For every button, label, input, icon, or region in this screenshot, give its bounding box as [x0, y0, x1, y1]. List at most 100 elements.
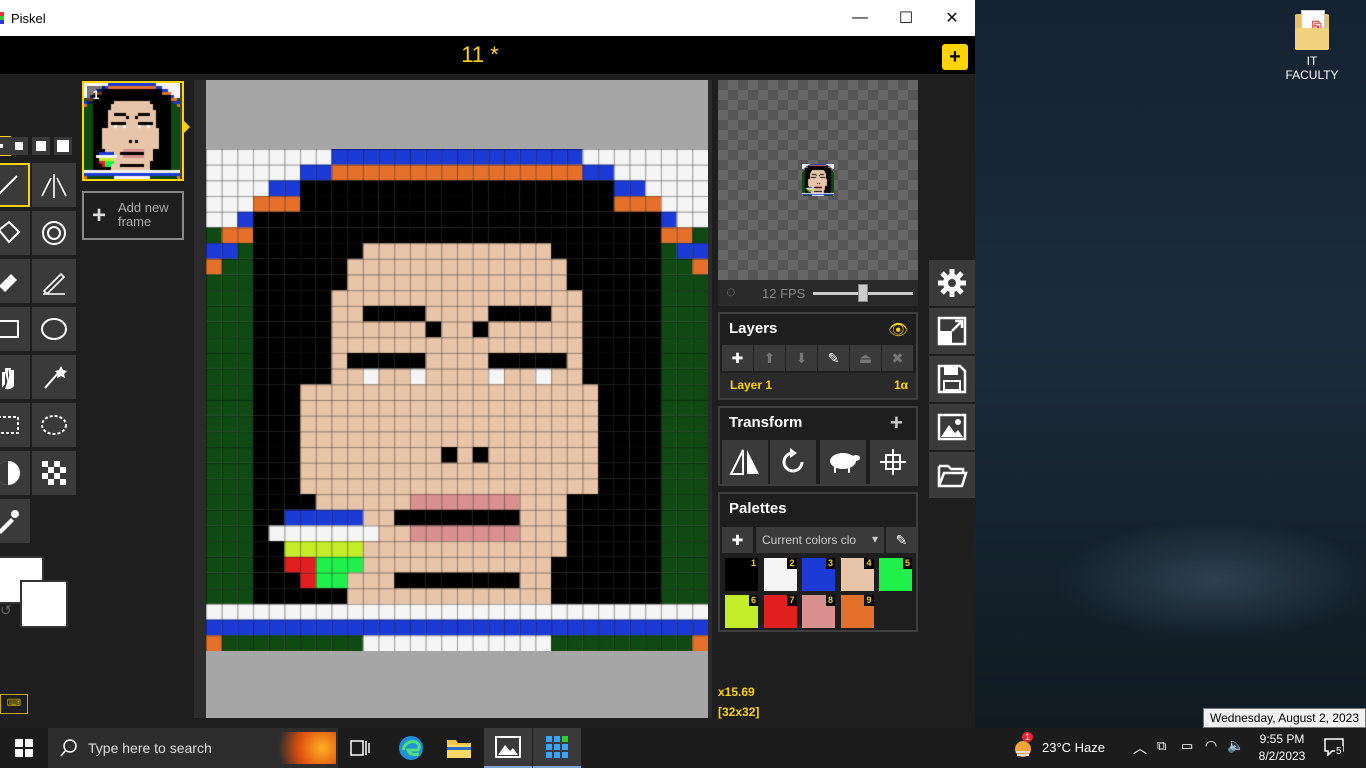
meet-now-icon[interactable]: ⧉: [1157, 738, 1166, 754]
project-title[interactable]: 11 *: [0, 42, 960, 68]
animation-preview[interactable]: [718, 80, 918, 280]
move-layer-down-button[interactable]: ⬇: [786, 345, 817, 371]
circle-tool[interactable]: [32, 307, 76, 351]
secondary-color[interactable]: [20, 580, 68, 628]
eye-icon[interactable]: 👁: [888, 320, 908, 340]
task-view-button[interactable]: [336, 728, 384, 768]
pen-size-1[interactable]: [0, 136, 11, 156]
fps-slider-thumb[interactable]: [858, 284, 868, 302]
eraser-icon: [0, 274, 17, 292]
lighten-tool[interactable]: [0, 451, 30, 495]
dithering-tool[interactable]: [32, 451, 76, 495]
eraser-tool[interactable]: [0, 259, 30, 303]
palette-swatch[interactable]: 6: [725, 595, 758, 628]
vertical-mirror-pen-tool[interactable]: [32, 163, 76, 207]
move-layer-up-button[interactable]: ⬆: [754, 345, 785, 371]
piskel-icon: [546, 736, 568, 758]
palette-swatch[interactable]: 4: [840, 558, 874, 591]
palette-swatch[interactable]: 8: [802, 595, 835, 628]
paint-bucket-tool[interactable]: [0, 211, 30, 255]
task-view-icon: [350, 740, 370, 756]
photos-button[interactable]: [484, 728, 532, 768]
onion-skin-icon[interactable]: ◌: [726, 284, 736, 302]
settings-button[interactable]: [929, 260, 975, 306]
close-button[interactable]: ✕: [929, 0, 975, 36]
plus-icon: ✚: [731, 531, 744, 548]
gear-icon: [938, 269, 966, 297]
palette-selected: Current colors clo: [762, 533, 857, 547]
weather-text[interactable]: 23°C Haze: [1042, 740, 1105, 755]
create-palette-button[interactable]: ✚: [722, 527, 753, 553]
pen-tool[interactable]: [0, 163, 30, 207]
clock[interactable]: 9:55 PM 8/2/2023: [1250, 731, 1314, 765]
flip-button[interactable]: [722, 440, 768, 484]
taskbar: Type here to search 1 23°C Haze ︿ ⧉ ▭ ◠ …: [0, 728, 1366, 768]
hand-icon: [2, 368, 14, 390]
delete-layer-button[interactable]: ✖: [882, 345, 913, 371]
palette-swatch[interactable]: 3: [802, 558, 835, 591]
add-layer-button[interactable]: ✚: [722, 345, 753, 371]
pen-size-4[interactable]: [54, 137, 72, 155]
pen-size-3[interactable]: [32, 137, 50, 155]
frame-thumbnail-1[interactable]: 1: [82, 81, 184, 181]
notification-count: 5: [1335, 746, 1343, 757]
center-button[interactable]: [870, 440, 916, 484]
pen-size-2[interactable]: [10, 137, 28, 155]
maximize-button[interactable]: ☐: [883, 0, 929, 36]
wifi-icon[interactable]: ◠: [1205, 737, 1217, 754]
palette-select[interactable]: Current colors clo ▾: [756, 527, 884, 553]
file-explorer-button[interactable]: [435, 728, 483, 768]
palette-swatch[interactable]: 9: [840, 595, 874, 628]
edit-palette-button[interactable]: ✎: [886, 527, 917, 553]
palette-swatch[interactable]: 7: [763, 595, 797, 628]
rectangle-tool[interactable]: [0, 307, 30, 351]
drawing-canvas[interactable]: [206, 149, 708, 651]
magic-wand-tool[interactable]: [32, 355, 76, 399]
stroke-tool[interactable]: [32, 259, 76, 303]
edge-icon: [399, 736, 423, 760]
rectangle-select-tool[interactable]: [0, 403, 30, 447]
start-button[interactable]: [0, 728, 48, 768]
notifications-button[interactable]: 5: [1324, 738, 1344, 761]
save-button[interactable]: [929, 356, 975, 402]
swap-colors-icon[interactable]: ↺: [0, 602, 12, 619]
piskel-app-icon: [0, 12, 4, 24]
desktop-background: [975, 0, 1366, 728]
clock-time: 9:55 PM: [1259, 732, 1305, 746]
lasso-select-tool[interactable]: [32, 403, 76, 447]
edit-layer-button[interactable]: ✎: [818, 345, 849, 371]
piskel-taskbar-button[interactable]: [533, 728, 581, 768]
lasso-icon: [41, 415, 67, 435]
edge-button[interactable]: [387, 728, 435, 768]
palette-swatch[interactable]: 5: [879, 558, 912, 591]
show-hidden-icons[interactable]: ︿: [1133, 738, 1147, 758]
minimize-button[interactable]: —: [837, 0, 883, 36]
weather-icon[interactable]: 1: [1012, 732, 1034, 763]
swatch-number: 2: [787, 558, 797, 569]
battery-icon[interactable]: ▭: [1181, 738, 1193, 754]
stroke-pencil-icon: [42, 272, 66, 296]
paint-same-color-tool[interactable]: [32, 211, 76, 255]
palette-swatch[interactable]: 1: [725, 558, 758, 591]
add-new-frame-button[interactable]: + Add new frame: [82, 191, 184, 240]
transform-title: Transform: [729, 414, 803, 431]
color-picker-tool[interactable]: [0, 499, 30, 543]
layer-row[interactable]: Layer 1 1α: [720, 373, 916, 398]
palette-swatch[interactable]: 2: [763, 558, 797, 591]
desktop-folder-it-faculty[interactable]: ⎘ IT FACULTY: [1281, 10, 1343, 82]
canvas-size: [32x32]: [718, 705, 760, 719]
export-button[interactable]: [929, 404, 975, 450]
volume-icon[interactable]: 🔈: [1227, 737, 1244, 754]
import-button[interactable]: [929, 452, 975, 498]
rotate-button[interactable]: [770, 440, 816, 484]
new-piskel-button[interactable]: +: [942, 44, 968, 70]
move-tool[interactable]: [0, 355, 30, 399]
windows-icon: [15, 739, 33, 757]
transform-add-icon[interactable]: +: [890, 410, 903, 436]
merge-layer-button[interactable]: ⏏: [850, 345, 881, 371]
resize-button[interactable]: [929, 308, 975, 354]
taskbar-search[interactable]: Type here to search: [48, 728, 338, 768]
transform-panel: Transform +: [718, 406, 918, 486]
keyboard-shortcuts-icon[interactable]: ⌨: [0, 694, 28, 714]
clone-button[interactable]: [820, 440, 866, 484]
